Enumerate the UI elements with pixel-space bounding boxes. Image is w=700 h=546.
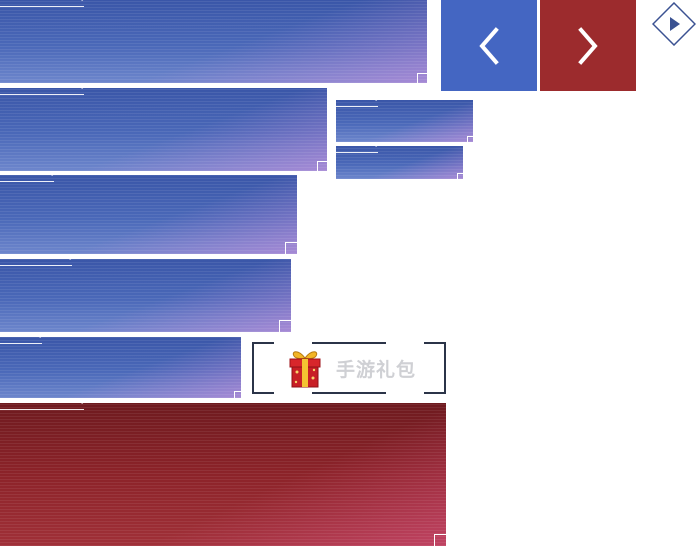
frame-notch bbox=[386, 391, 424, 395]
frame-notch bbox=[274, 341, 312, 345]
tile-corner-mark bbox=[417, 73, 427, 83]
banner-tile-small-1[interactable] bbox=[336, 100, 473, 142]
next-button[interactable] bbox=[540, 0, 636, 91]
tile-corner-mark bbox=[457, 173, 463, 179]
tile-corner-mark bbox=[467, 136, 473, 142]
play-toggle-button[interactable] bbox=[651, 1, 697, 47]
chevron-right-icon bbox=[578, 26, 598, 65]
gift-pack-button[interactable]: 手游礼包 bbox=[252, 341, 446, 395]
chevron-left-icon bbox=[479, 26, 499, 65]
tile-corner-mark bbox=[434, 534, 446, 546]
banner-tile-2[interactable] bbox=[0, 88, 327, 171]
banner-tile-featured[interactable] bbox=[0, 403, 446, 546]
tile-corner-mark bbox=[234, 391, 241, 398]
banner-tile-small-2[interactable] bbox=[336, 146, 463, 179]
banner-tile-5[interactable] bbox=[0, 337, 241, 398]
banner-tile-1[interactable] bbox=[0, 0, 427, 83]
frame-notch bbox=[386, 341, 424, 345]
gift-box-icon bbox=[289, 351, 321, 388]
play-triangle-icon bbox=[651, 1, 697, 47]
tile-corner-mark bbox=[285, 242, 297, 254]
banner-tile-4[interactable] bbox=[0, 259, 291, 332]
prev-button[interactable] bbox=[441, 0, 537, 91]
gift-pack-label: 手游礼包 bbox=[336, 358, 417, 381]
frame-notch bbox=[274, 391, 312, 395]
tile-corner-mark bbox=[279, 320, 291, 332]
tile-corner-mark bbox=[317, 161, 327, 171]
banner-tile-3[interactable] bbox=[0, 175, 297, 254]
